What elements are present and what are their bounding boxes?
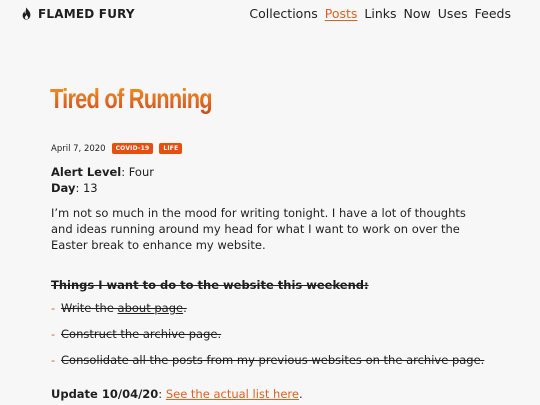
- nav-feeds[interactable]: Feeds: [475, 6, 511, 21]
- post-meta: April 7, 2020 COVID-19 LIFE: [51, 143, 183, 154]
- update-note: Update 10/04/20: See the actual list her…: [51, 387, 303, 402]
- post-title: Tired of Running: [50, 83, 213, 114]
- nav-posts[interactable]: Posts: [325, 6, 358, 21]
- tag-life[interactable]: LIFE: [159, 143, 183, 154]
- update-end: .: [298, 387, 303, 401]
- post-paragraph: I’m not so much in the mood for writing …: [51, 206, 466, 252]
- todo-item: - Write the about page.: [51, 301, 484, 328]
- flame-icon: [22, 7, 31, 20]
- list-dash: -: [51, 353, 56, 367]
- main-nav: Collections Posts Links Now Uses Feeds: [249, 6, 511, 21]
- day-field: Day: 13: [51, 181, 98, 196]
- day-label: Day: [51, 181, 76, 195]
- alert-level-value: : Four: [121, 165, 154, 179]
- list-dash: -: [51, 327, 56, 341]
- nav-now[interactable]: Now: [404, 6, 431, 21]
- tag-covid-19[interactable]: COVID-19: [111, 143, 154, 154]
- alert-level-label: Alert Level: [51, 165, 122, 179]
- day-value: : 13: [75, 181, 98, 195]
- update-label: Update 10/04/20: [51, 387, 159, 401]
- nav-collections[interactable]: Collections: [249, 6, 317, 21]
- alert-level-field: Alert Level: Four: [51, 165, 154, 180]
- todo-text: Consolidate all the posts from my previo…: [61, 353, 485, 367]
- brand-name: FLAMED FURY: [38, 6, 135, 21]
- todo-item: - Consolidate all the posts from my prev…: [51, 353, 485, 380]
- about-page-link[interactable]: about page: [118, 301, 184, 315]
- site-header: FLAMED FURY Collections Posts Links Now …: [0, 0, 540, 30]
- todo-text: Construct the archive page.: [61, 327, 222, 341]
- todo-list: - Write the about page. - Construct the …: [51, 301, 485, 380]
- nav-uses[interactable]: Uses: [438, 6, 468, 21]
- list-dash: -: [51, 301, 56, 315]
- nav-links[interactable]: Links: [364, 6, 396, 21]
- update-separator: :: [158, 387, 166, 401]
- todo-item: - Construct the archive page.: [51, 327, 484, 354]
- todo-text: Write the about page.: [61, 301, 187, 316]
- todo-text-after: .: [183, 301, 187, 315]
- home-link[interactable]: FLAMED FURY: [20, 7, 135, 20]
- todo-text-before: Write the: [61, 301, 118, 315]
- post-date: April 7, 2020: [51, 143, 106, 154]
- actual-list-link[interactable]: See the actual list here: [166, 387, 299, 401]
- todo-heading: Things I want to do to the website this …: [51, 278, 369, 292]
